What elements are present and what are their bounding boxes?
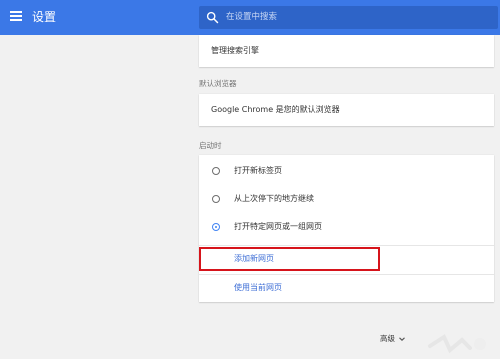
- default-browser-card: Google Chrome 是您的默认浏览器: [199, 94, 494, 126]
- radio-continue[interactable]: [212, 195, 220, 203]
- option-continue-label[interactable]: 从上次停下的地方继续: [234, 193, 314, 204]
- on-startup-card: 打开新标签页 从上次停下的地方继续 打开特定网页或一组网页 添加新网页 使用当前…: [199, 155, 494, 302]
- divider: [199, 245, 494, 246]
- use-current-pages-link[interactable]: 使用当前网页: [234, 282, 282, 293]
- option-specific-pages-label[interactable]: 打开特定网页或一组网页: [234, 221, 322, 232]
- advanced-button[interactable]: 高级: [380, 334, 395, 344]
- divider: [199, 274, 494, 275]
- watermark-icon: [428, 334, 486, 354]
- default-browser-heading: 默认浏览器: [199, 79, 237, 88]
- search-input[interactable]: 在设置中搜索: [199, 6, 498, 29]
- manage-search-engines-link[interactable]: 管理搜索引擎: [211, 45, 259, 56]
- chevron-down-icon[interactable]: [398, 335, 406, 343]
- app-header: 设置 在设置中搜索: [0, 0, 500, 35]
- search-placeholder: 在设置中搜索: [226, 12, 278, 22]
- menu-icon[interactable]: [10, 11, 22, 21]
- search-icon: [206, 11, 219, 24]
- on-startup-heading: 启动时: [199, 141, 222, 150]
- radio-new-tab[interactable]: [212, 167, 220, 175]
- page-title: 设置: [32, 10, 57, 24]
- search-engine-card: 管理搜索引擎: [199, 35, 494, 67]
- default-browser-status: Google Chrome 是您的默认浏览器: [211, 105, 340, 114]
- highlight-box: [199, 247, 380, 271]
- option-new-tab-label[interactable]: 打开新标签页: [234, 165, 282, 176]
- radio-specific-pages[interactable]: [212, 223, 220, 231]
